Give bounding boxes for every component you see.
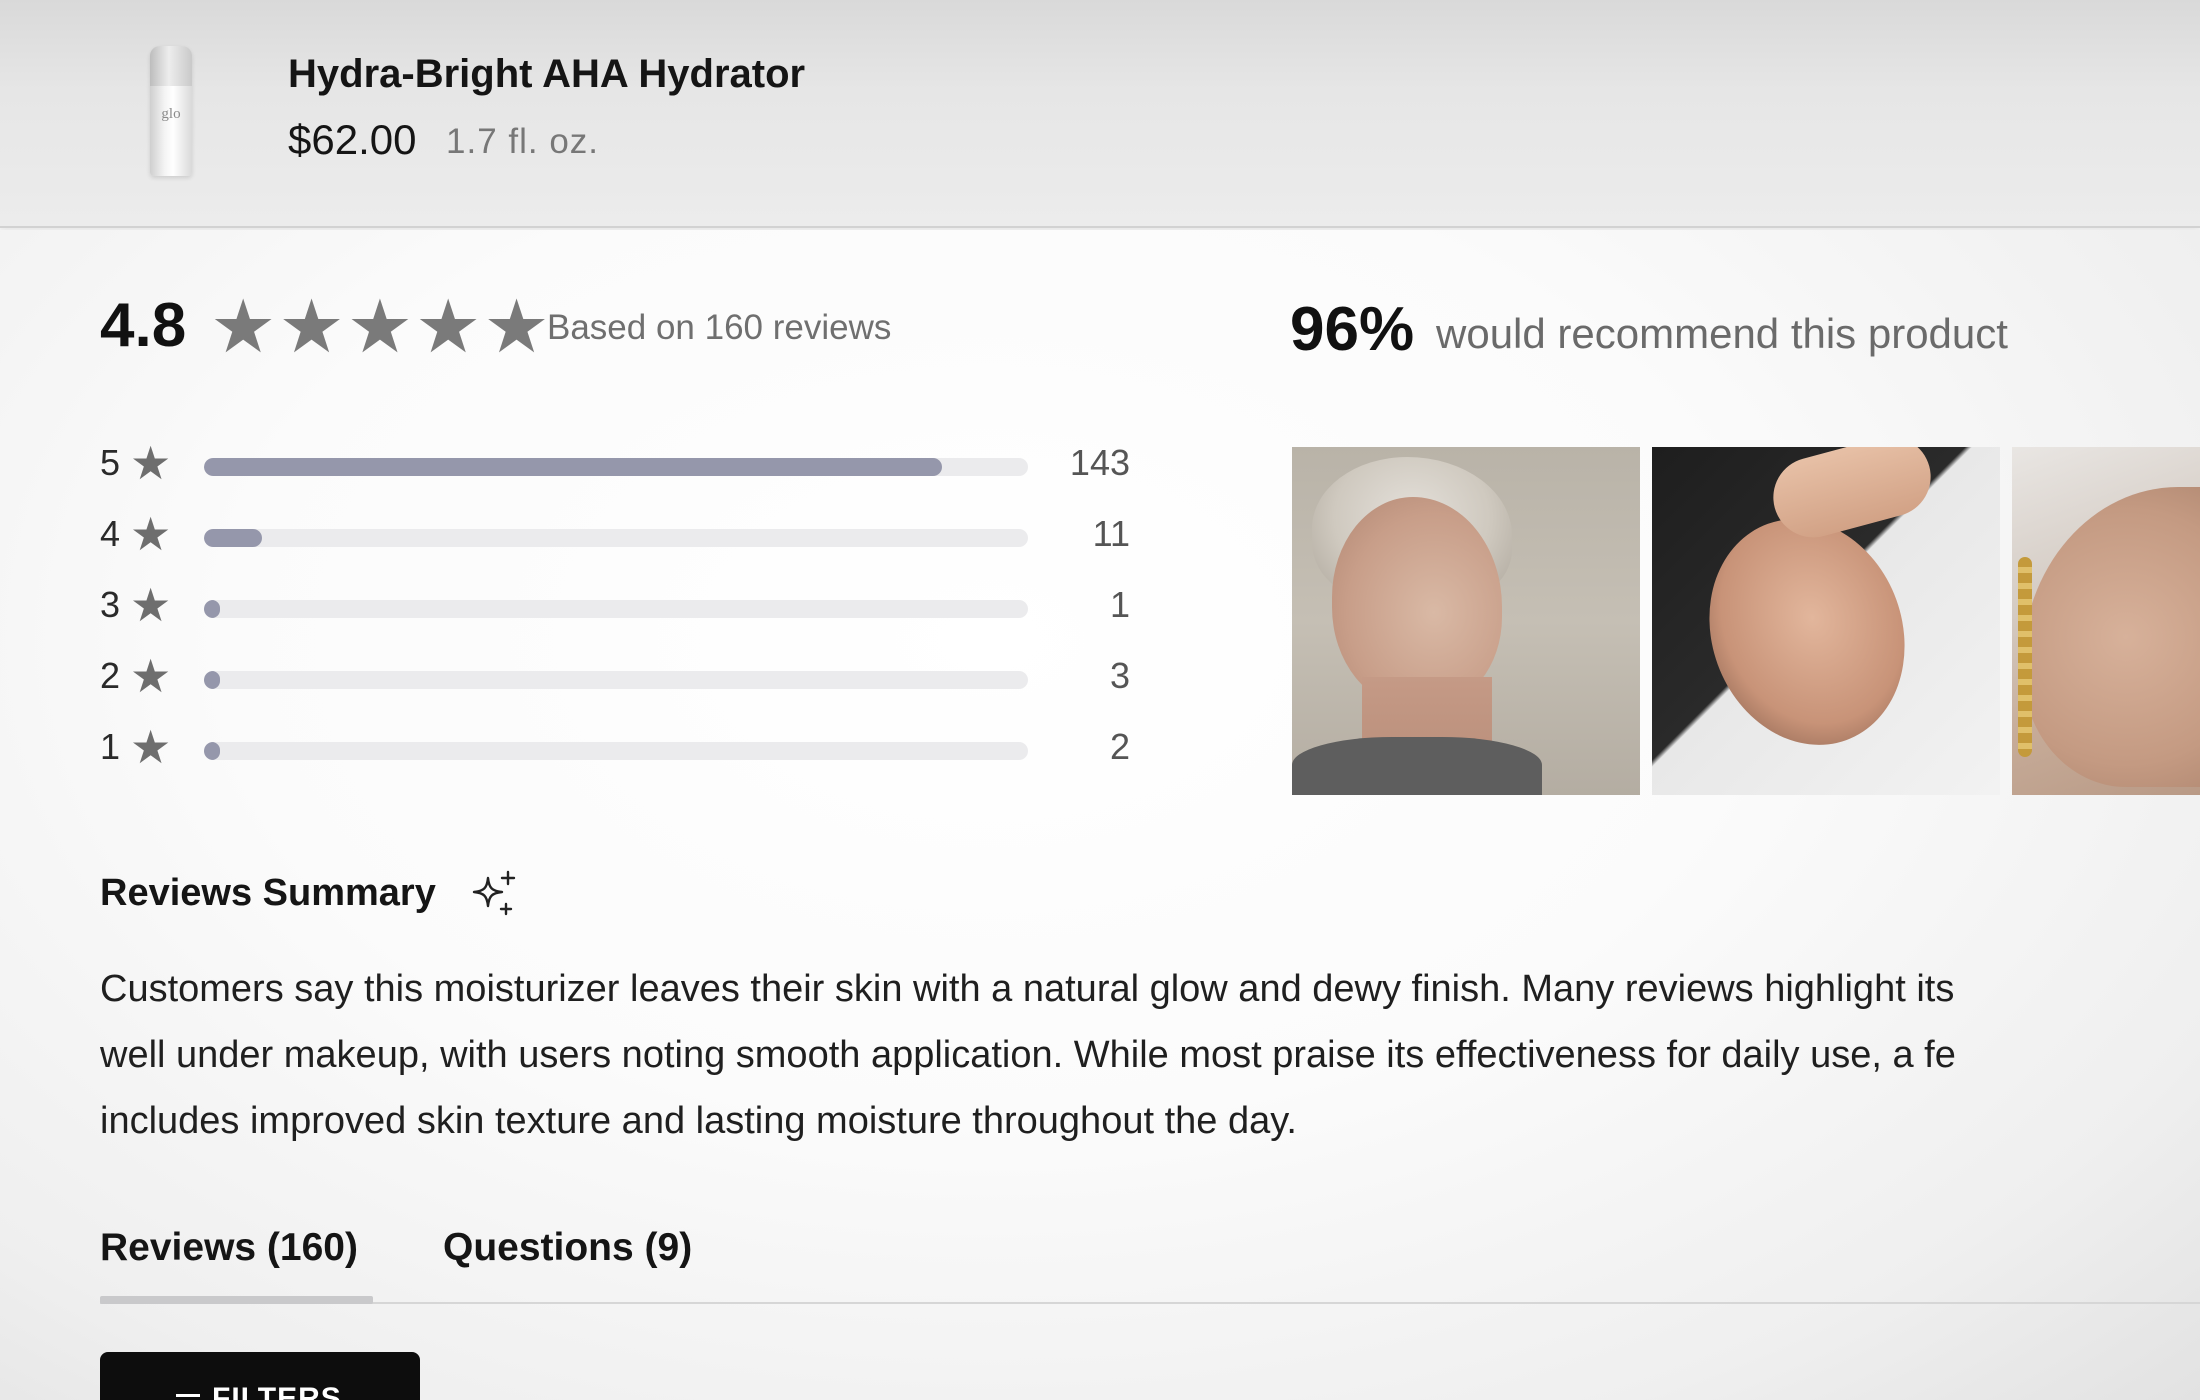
product-size: 1.7 fl. oz. xyxy=(446,122,600,161)
star-icon: ★ xyxy=(483,285,550,368)
rating-bar-track xyxy=(204,458,1028,476)
star-icon: ★ xyxy=(346,285,414,368)
rating-level-label: 2 xyxy=(100,655,121,696)
rating-count: 3 xyxy=(1109,655,1130,696)
rating-bar-fill xyxy=(204,600,221,618)
star-icon: ★ xyxy=(130,437,172,489)
thumbnail-brand: glo xyxy=(161,106,181,122)
product-thumbnail[interactable]: glo xyxy=(150,46,192,176)
rating-filter-3[interactable]: 3 ★ 1 xyxy=(100,579,1130,634)
summary-line: well under makeup, with users noting smo… xyxy=(100,1034,1956,1076)
rating-count: 1 xyxy=(1109,584,1130,625)
rating-filter-2[interactable]: 2 ★ 3 xyxy=(100,650,1130,705)
rating-bar-fill xyxy=(204,742,221,760)
star-icon: ★ xyxy=(130,721,172,773)
star-icon: ★ xyxy=(210,285,277,368)
reviews-panel xyxy=(0,230,2200,1400)
product-header: glo Hydra-Bright AHA Hydrator $62.00 1.7… xyxy=(0,0,2200,228)
summary-line: Customers say this moisturizer leaves th… xyxy=(100,968,1955,1010)
reviews-summary-text: Customers say this moisturizer leaves th… xyxy=(100,956,2200,1154)
summary-line: includes improved skin texture and lasti… xyxy=(100,1100,1297,1142)
rating-bar-fill xyxy=(204,458,943,476)
rating-bar-track xyxy=(204,529,1028,547)
rating-level-label: 1 xyxy=(100,726,121,767)
filters-button[interactable]: FILTERS xyxy=(100,1352,420,1400)
bottle-cap xyxy=(150,46,192,86)
star-icon: ★ xyxy=(278,285,345,368)
rating-bar-fill xyxy=(204,529,262,547)
rating-count: 11 xyxy=(1092,513,1130,554)
filters-label: FILTERS xyxy=(212,1382,342,1400)
rating-bar-fill xyxy=(204,671,221,689)
sparkle-icon xyxy=(472,870,516,916)
average-stars: ★ ★ ★ ★ ★ xyxy=(210,290,550,364)
star-icon: ★ xyxy=(130,508,172,560)
rating-count: 2 xyxy=(1109,726,1130,767)
photo-detail xyxy=(2018,557,2032,757)
rating-level-label: 5 xyxy=(100,442,121,483)
customer-photo[interactable] xyxy=(1292,447,1640,795)
tab-reviews[interactable]: Reviews (160) xyxy=(100,1226,358,1270)
product-price: $62.00 xyxy=(288,116,417,163)
rating-bar-track xyxy=(204,600,1028,618)
product-title: Hydra-Bright AHA Hydrator xyxy=(288,52,806,96)
rating-level-label: 3 xyxy=(100,584,121,625)
tabs-divider xyxy=(100,1302,2200,1304)
reviews-summary-heading: Reviews Summary xyxy=(100,872,436,914)
recommend-percent: 96% xyxy=(1290,295,1415,364)
rating-level-label: 4 xyxy=(100,513,121,554)
rating-bar-track xyxy=(204,742,1028,760)
review-count-text: Based on 160 reviews xyxy=(547,308,892,347)
filter-icon xyxy=(176,1394,200,1397)
active-tab-indicator xyxy=(100,1296,373,1304)
average-rating: 4.8 xyxy=(100,291,187,360)
photo-detail xyxy=(1292,737,1542,795)
tab-questions[interactable]: Questions (9) xyxy=(443,1226,692,1270)
rating-filter-4[interactable]: 4 ★ 11 xyxy=(100,508,1130,563)
customer-photo[interactable] xyxy=(1652,447,2000,795)
rating-filter-5[interactable]: 5 ★ 143 xyxy=(100,437,1130,492)
star-icon: ★ xyxy=(415,285,482,368)
star-icon: ★ xyxy=(130,579,172,631)
rating-filter-1[interactable]: 1 ★ 2 xyxy=(100,721,1130,776)
customer-photo[interactable] xyxy=(2012,447,2200,795)
photo-detail xyxy=(2022,487,2200,787)
rating-count: 143 xyxy=(1069,442,1130,483)
star-icon: ★ xyxy=(130,650,172,702)
rating-bar-track xyxy=(204,671,1028,689)
recommend-text: would recommend this product xyxy=(1436,310,2008,357)
